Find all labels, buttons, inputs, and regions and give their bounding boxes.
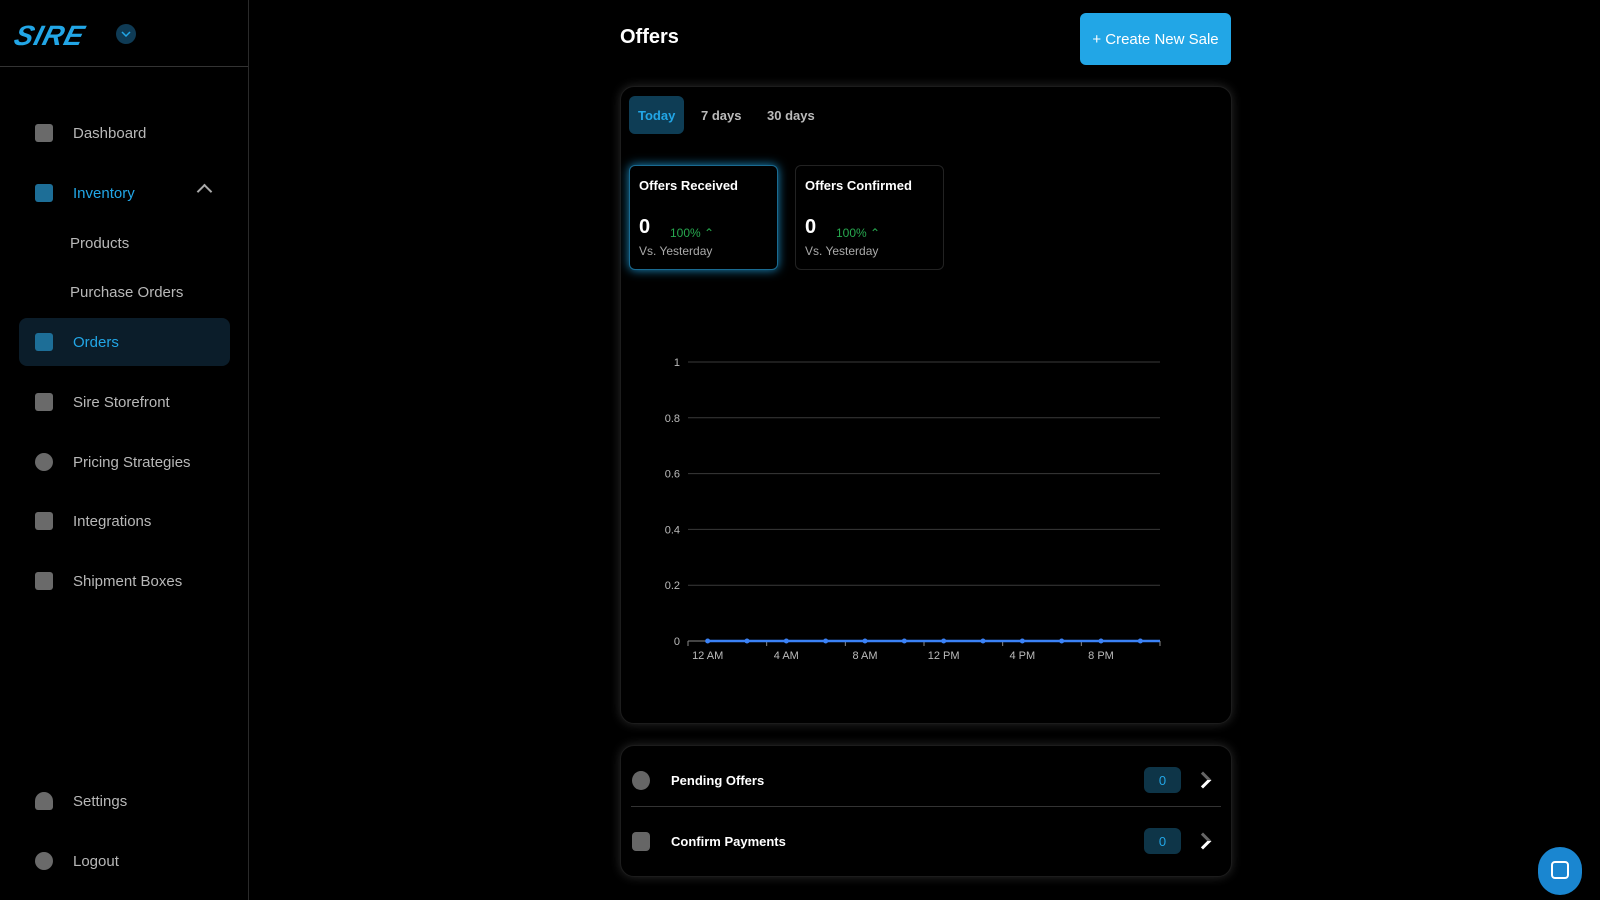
chevron-right-icon[interactable] [1194, 771, 1212, 789]
price-tag-icon [35, 453, 53, 471]
stat-compare: Vs. Yesterday [639, 244, 713, 258]
chat-icon [1551, 861, 1569, 879]
chevron-down-icon [121, 31, 131, 37]
stat-value: 0 [639, 216, 651, 238]
sidebar-item-shipment-boxes[interactable]: Shipment Boxes [19, 557, 230, 605]
sidebar-item-pricing-strategies[interactable]: Pricing Strategies [19, 438, 230, 486]
tab-7-days[interactable]: 7 days [692, 96, 750, 134]
sidebar-item-purchase-orders[interactable]: Purchase Orders [19, 268, 230, 316]
tab-today[interactable]: Today [629, 96, 685, 134]
chat-support-button[interactable] [1538, 847, 1582, 895]
sidebar-item-sire-storefront[interactable]: Sire Storefront [19, 378, 230, 426]
pending-offers-row[interactable]: Pending Offers 0 [631, 750, 1221, 810]
logo-area: SIRE [0, 0, 248, 67]
stat-change: 100% ⌃ [670, 226, 714, 240]
stat-title: Offers Received [639, 178, 738, 193]
sidebar-item-logout[interactable]: Logout [19, 837, 230, 885]
account-dropdown-button[interactable] [116, 24, 136, 44]
user-settings-icon [35, 792, 53, 810]
arrow-up-icon: ⌃ [870, 226, 881, 240]
chevron-up-icon[interactable] [196, 183, 213, 200]
package-icon [35, 572, 53, 590]
stat-compare: Vs. Yesterday [805, 244, 879, 258]
orders-icon [35, 333, 53, 351]
stat-change-value: 100% [836, 226, 867, 240]
divider [631, 806, 1221, 807]
sidebar-item-products[interactable]: Products [19, 219, 230, 267]
count-badge: 0 [1144, 767, 1181, 793]
box-icon [35, 184, 53, 202]
clock-dollar-icon [632, 770, 650, 790]
create-new-sale-button[interactable]: + Create New Sale [1080, 13, 1231, 65]
receipt-icon [632, 831, 650, 851]
chart-icon [35, 124, 53, 142]
row-label: Pending Offers [671, 772, 765, 788]
stat-value: 0 [805, 216, 817, 238]
row-label: Confirm Payments [671, 833, 786, 849]
logout-icon [35, 852, 53, 870]
sidebar-item-orders[interactable]: Orders [19, 318, 230, 366]
puzzle-icon [35, 512, 53, 530]
actions-card: Pending Offers 0 Confirm Payments 0 [620, 745, 1232, 877]
tab-30-days[interactable]: 30 days [758, 96, 824, 134]
stat-offers-confirmed[interactable]: Offers Confirmed 0 100% ⌃ Vs. Yesterday [795, 165, 944, 270]
chevron-right-icon[interactable] [1194, 832, 1212, 850]
stat-offers-received[interactable]: Offers Received 0 100% ⌃ Vs. Yesterday [629, 165, 778, 270]
storefront-icon [35, 393, 53, 411]
page-title: Offers [620, 26, 679, 48]
confirm-payments-row[interactable]: Confirm Payments 0 [631, 811, 1221, 871]
sidebar-item-integrations[interactable]: Integrations [19, 497, 230, 545]
sidebar-item-settings[interactable]: Settings [19, 777, 230, 825]
arrow-up-icon: ⌃ [704, 226, 715, 240]
stat-change: 100% ⌃ [836, 226, 880, 240]
sire-logo: SIRE [10, 20, 89, 51]
stat-change-value: 100% [670, 226, 701, 240]
sidebar-item-dashboard[interactable]: Dashboard [19, 109, 230, 157]
stat-title: Offers Confirmed [805, 178, 912, 193]
sidebar: SIRE Dashboard Inventory Products Purcha… [0, 0, 249, 900]
count-badge: 0 [1144, 828, 1181, 854]
sidebar-item-inventory[interactable]: Inventory [19, 169, 230, 217]
